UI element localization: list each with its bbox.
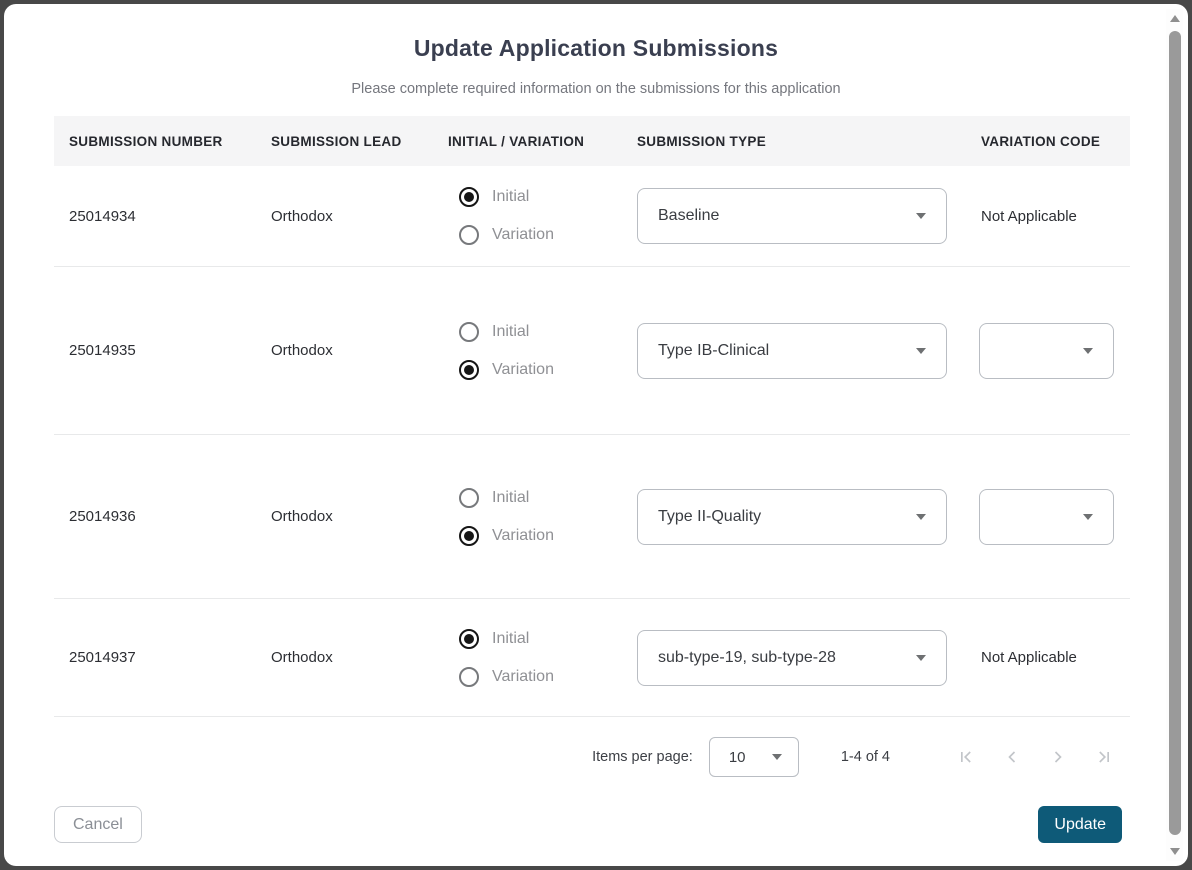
header-submission-type: SUBMISSION TYPE xyxy=(622,134,966,149)
submission-type-select[interactable]: Type II-Quality xyxy=(637,489,947,545)
submission-type-cell: Type IB-Clinical xyxy=(622,323,966,379)
submission-number-cell: 25014937 xyxy=(54,649,256,666)
variation-code-select[interactable] xyxy=(979,323,1114,379)
header-initial-variation: INITIAL / VARIATION xyxy=(433,134,622,149)
table-header-row: SUBMISSION NUMBER SUBMISSION LEAD INITIA… xyxy=(54,116,1130,166)
radio-initial[interactable]: Initial xyxy=(459,187,622,207)
variation-code-cell xyxy=(966,489,1130,545)
radio-button-icon[interactable] xyxy=(459,322,479,342)
submission-type-cell: Type II-Quality xyxy=(622,489,966,545)
radio-initial-label[interactable]: Initial xyxy=(492,188,529,206)
submission-type-value: Baseline xyxy=(658,207,719,225)
radio-button-icon[interactable] xyxy=(459,488,479,508)
radio-initial[interactable]: Initial xyxy=(459,629,622,649)
items-per-page-value: 10 xyxy=(729,749,746,766)
last-page-icon xyxy=(1094,747,1114,767)
header-variation-code: VARIATION CODE xyxy=(966,134,1130,149)
radio-variation-label[interactable]: Variation xyxy=(492,668,554,686)
submission-type-value: Type IB-Clinical xyxy=(658,342,769,360)
radio-variation[interactable]: Variation xyxy=(459,360,622,380)
initial-variation-radiogroup: Initial Variation xyxy=(433,629,622,687)
submission-lead-cell: Orthodox xyxy=(256,342,433,359)
submission-number-cell: 25014936 xyxy=(54,508,256,525)
previous-page-button[interactable] xyxy=(1000,745,1024,769)
submission-type-select[interactable]: Type IB-Clinical xyxy=(637,323,947,379)
radio-button-icon[interactable] xyxy=(459,526,479,546)
submission-type-value: Type II-Quality xyxy=(658,508,761,526)
radio-button-icon[interactable] xyxy=(459,667,479,687)
variation-code-text: Not Applicable xyxy=(966,649,1130,666)
first-page-icon xyxy=(956,747,976,767)
chevron-down-icon xyxy=(916,348,926,354)
submission-type-value: sub-type-19, sub-type-28 xyxy=(658,649,836,667)
update-submissions-dialog: Update Application Submissions Please co… xyxy=(4,4,1188,866)
radio-button-icon[interactable] xyxy=(459,360,479,380)
radio-variation-label[interactable]: Variation xyxy=(492,527,554,545)
radio-variation[interactable]: Variation xyxy=(459,526,622,546)
chevron-left-icon xyxy=(1002,747,1022,767)
initial-variation-radiogroup: Initial Variation xyxy=(433,187,622,245)
initial-variation-radiogroup: Initial Variation xyxy=(433,488,622,546)
submission-number-cell: 25014934 xyxy=(54,208,256,225)
vertical-scrollbar[interactable] xyxy=(1166,9,1183,861)
submission-type-cell: sub-type-19, sub-type-28 xyxy=(622,630,966,686)
scroll-up-icon[interactable] xyxy=(1170,15,1180,22)
variation-code-select[interactable] xyxy=(979,489,1114,545)
last-page-button[interactable] xyxy=(1092,745,1116,769)
items-per-page-label: Items per page: xyxy=(592,749,693,765)
dialog-title: Update Application Submissions xyxy=(4,35,1188,62)
chevron-down-icon xyxy=(916,655,926,661)
variation-code-text: Not Applicable xyxy=(966,208,1130,225)
radio-variation-label[interactable]: Variation xyxy=(492,361,554,379)
chevron-down-icon xyxy=(1083,348,1093,354)
radio-initial-label[interactable]: Initial xyxy=(492,489,529,507)
radio-button-icon[interactable] xyxy=(459,187,479,207)
submission-number-cell: 25014935 xyxy=(54,342,256,359)
paginator: Items per page: 10 1-4 of 4 xyxy=(54,718,1130,796)
table-row: 25014937 Orthodox Initial Variation sub-… xyxy=(54,599,1130,717)
submission-lead-cell: Orthodox xyxy=(256,508,433,525)
cancel-button[interactable]: Cancel xyxy=(54,806,142,843)
update-button[interactable]: Update xyxy=(1038,806,1122,843)
submission-type-select[interactable]: sub-type-19, sub-type-28 xyxy=(637,630,947,686)
header-submission-number: SUBMISSION NUMBER xyxy=(54,134,256,149)
items-per-page-select[interactable]: 10 xyxy=(709,737,799,777)
submission-type-cell: Baseline xyxy=(622,188,966,244)
submission-type-select[interactable]: Baseline xyxy=(637,188,947,244)
radio-variation[interactable]: Variation xyxy=(459,225,622,245)
radio-variation-label[interactable]: Variation xyxy=(492,226,554,244)
radio-button-icon[interactable] xyxy=(459,225,479,245)
paginator-nav xyxy=(954,745,1116,769)
chevron-down-icon xyxy=(916,213,926,219)
radio-variation[interactable]: Variation xyxy=(459,667,622,687)
radio-initial[interactable]: Initial xyxy=(459,488,622,508)
header-submission-lead: SUBMISSION LEAD xyxy=(256,134,433,149)
radio-button-icon[interactable] xyxy=(459,629,479,649)
chevron-down-icon xyxy=(916,514,926,520)
next-page-button[interactable] xyxy=(1046,745,1070,769)
submission-lead-cell: Orthodox xyxy=(256,649,433,666)
dialog-subtitle: Please complete required information on … xyxy=(4,81,1188,97)
chevron-down-icon xyxy=(772,754,782,760)
page-range-label: 1-4 of 4 xyxy=(841,749,890,765)
first-page-button[interactable] xyxy=(954,745,978,769)
variation-code-cell xyxy=(966,323,1130,379)
submissions-table: SUBMISSION NUMBER SUBMISSION LEAD INITIA… xyxy=(54,116,1130,717)
radio-initial[interactable]: Initial xyxy=(459,322,622,342)
submission-lead-cell: Orthodox xyxy=(256,208,433,225)
radio-initial-label[interactable]: Initial xyxy=(492,630,529,648)
scroll-down-icon[interactable] xyxy=(1170,848,1180,855)
chevron-down-icon xyxy=(1083,514,1093,520)
scrollbar-thumb[interactable] xyxy=(1169,31,1181,835)
initial-variation-radiogroup: Initial Variation xyxy=(433,322,622,380)
radio-initial-label[interactable]: Initial xyxy=(492,323,529,341)
table-row: 25014935 Orthodox Initial Variation Type… xyxy=(54,267,1130,435)
table-row: 25014936 Orthodox Initial Variation Type… xyxy=(54,435,1130,599)
chevron-right-icon xyxy=(1048,747,1068,767)
table-row: 25014934 Orthodox Initial Variation Base… xyxy=(54,166,1130,267)
